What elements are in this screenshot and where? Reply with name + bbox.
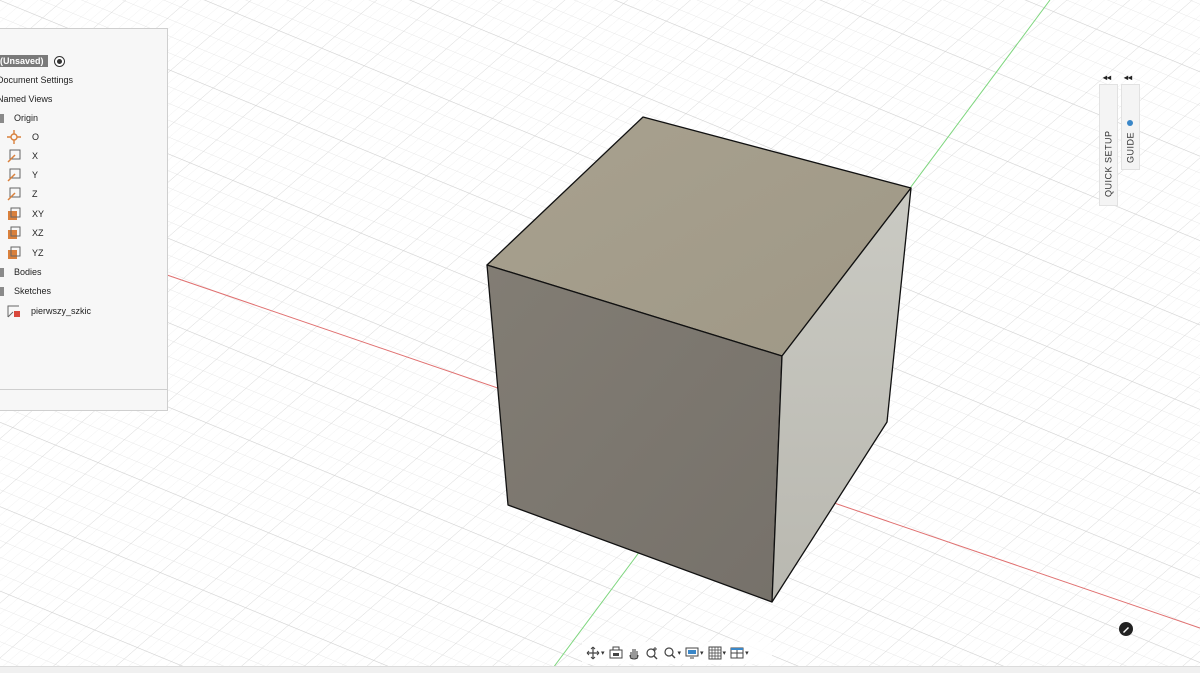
orbit-icon <box>586 646 600 660</box>
orbit-button[interactable]: ▾ <box>586 646 605 660</box>
display-settings-icon <box>685 647 699 659</box>
comment-icon[interactable] <box>1119 622 1133 636</box>
tree-item-label: XY <box>32 209 45 219</box>
tree-item-bodies[interactable]: Bodies <box>0 264 42 280</box>
zoom-button[interactable] <box>645 646 659 660</box>
tree-item-label: Named Views <box>0 94 53 104</box>
notification-dot <box>1127 119 1134 126</box>
browser-panel: (Unsaved) Document Settings Named Views … <box>0 28 168 411</box>
tree-item-plane-xz[interactable]: XZ <box>7 225 44 241</box>
active-radio-icon[interactable] <box>53 55 65 67</box>
zoom-icon <box>645 647 658 660</box>
tree-item-label: Sketches <box>14 286 52 296</box>
tree-item-axis-x[interactable]: X <box>7 148 38 164</box>
tree-item-label: Document Settings <box>0 75 74 85</box>
look-at-icon <box>609 646 623 659</box>
origin-point-icon <box>7 130 21 144</box>
fit-icon <box>663 647 676 659</box>
tree-item-axis-y[interactable]: Y <box>7 167 38 183</box>
document-name: (Unsaved) <box>0 55 48 67</box>
dropdown-caret-icon: ▾ <box>745 650 749 657</box>
dropdown-caret-icon: ▾ <box>700 650 704 657</box>
collapse-guide-icon[interactable]: ◂◂ <box>1124 73 1132 82</box>
tab-guide[interactable]: GUIDE <box>1121 84 1140 170</box>
plane-icon <box>8 207 21 220</box>
pan-button[interactable] <box>627 646 641 660</box>
tree-item-sketch-1[interactable]: pierwszy_szkic <box>7 303 91 319</box>
viewports-button[interactable]: ▾ <box>730 646 749 660</box>
tree-item-origin-point[interactable]: O <box>7 129 39 145</box>
plane-icon <box>8 246 21 259</box>
tree-item-plane-xy[interactable]: XY <box>7 206 44 222</box>
tree-item-label: Origin <box>14 113 39 123</box>
viewports-icon <box>730 647 744 659</box>
tree-item-label: pierwszy_szkic <box>31 306 92 316</box>
tree-item-axis-z[interactable]: Z <box>7 186 38 202</box>
sketch-icon <box>7 305 20 318</box>
tree-item-label: Bodies <box>14 267 42 277</box>
tab-quick-setup[interactable]: QUICK SETUP <box>1099 84 1118 206</box>
tab-label: QUICK SETUP <box>1103 130 1114 197</box>
tree-item-label: Z <box>32 189 38 199</box>
tree-item-label: Y <box>32 170 39 180</box>
dropdown-caret-icon: ▾ <box>677 650 682 657</box>
pan-icon <box>628 649 639 660</box>
dropdown-caret-icon: ▾ <box>601 650 605 657</box>
pencil-glyph-icon <box>1123 627 1129 633</box>
plane-icon <box>8 226 21 239</box>
folder-icon <box>0 286 4 296</box>
axis-icon <box>7 187 21 201</box>
look-at-button[interactable] <box>609 646 623 660</box>
grid-icon <box>708 646 722 660</box>
axis-icon <box>7 168 21 182</box>
tree-item-label: YZ <box>32 248 44 258</box>
tree-item-document-settings[interactable]: Document Settings <box>0 72 73 88</box>
navigation-toolbar: ▾ ▾ ▾ ▾ ▾ <box>582 642 772 664</box>
canvas-viewport[interactable] <box>0 0 1200 672</box>
panel-divider <box>0 389 167 390</box>
tree-item-label: X <box>32 151 39 161</box>
dropdown-caret-icon: ▾ <box>722 650 727 657</box>
tree-item-label: O <box>32 132 40 142</box>
display-settings-button[interactable]: ▾ <box>685 646 704 660</box>
axis-icon <box>7 149 21 163</box>
tree-item-sketches[interactable]: Sketches <box>0 283 51 299</box>
fit-button[interactable]: ▾ <box>663 646 682 660</box>
folder-icon <box>0 113 4 123</box>
browser-root-row[interactable]: (Unsaved) <box>0 53 65 69</box>
tree-item-label: XZ <box>32 228 44 238</box>
tree-item-named-views[interactable]: Named Views <box>0 91 52 107</box>
tree-item-origin[interactable]: Origin <box>0 110 38 126</box>
folder-icon <box>0 267 4 277</box>
grid-settings-button[interactable]: ▾ <box>708 646 727 660</box>
tab-label: GUIDE <box>1125 131 1136 163</box>
collapse-quick-setup-icon[interactable]: ◂◂ <box>1103 73 1111 82</box>
tree-item-plane-yz[interactable]: YZ <box>7 245 44 261</box>
